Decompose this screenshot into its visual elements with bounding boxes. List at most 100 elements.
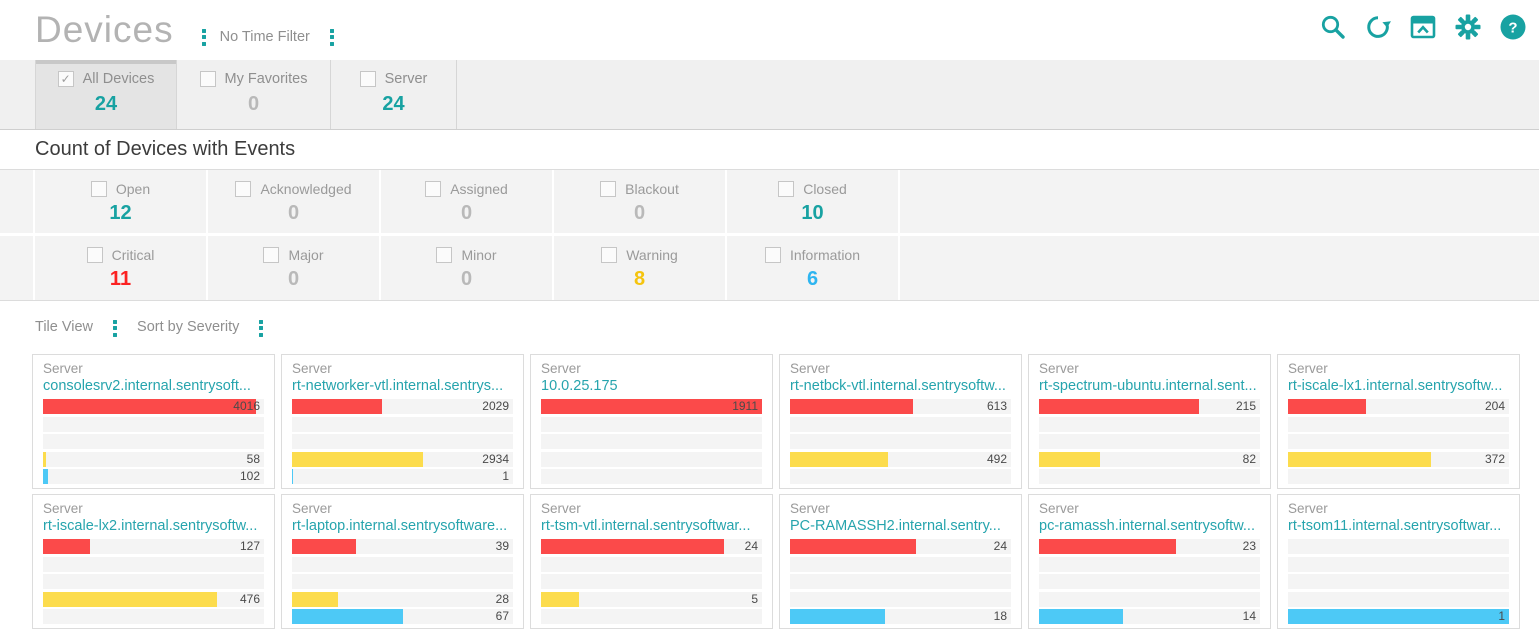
critical-bar [292,539,356,554]
severity-bar-minor [1039,434,1260,449]
filter-major[interactable]: Major 0 [208,236,379,300]
warning-bar [43,452,46,467]
refresh-icon[interactable] [1364,13,1392,41]
time-filter-menu-icon[interactable] [324,24,340,51]
filter-assigned[interactable]: Assigned 0 [381,170,552,233]
severity-bar-warning: 28 [292,592,513,607]
filter-information[interactable]: Information 6 [727,236,898,300]
warning-bar [790,452,888,467]
information-bar [790,609,885,624]
device-link[interactable]: consolesrv2.internal.sentrysoft... [43,377,264,396]
device-tile[interactable]: ServerPC-RAMASSH2.internal.sentry...2418 [779,494,1022,629]
filter-count: 0 [208,202,379,225]
server-checkbox[interactable] [360,71,376,87]
filter-count: 8 [554,268,725,291]
device-tile[interactable]: Server10.0.25.1751911 [530,354,773,489]
severity-bar-minor [541,434,762,449]
severity-bar-critical: 24 [541,539,762,554]
bar-value: 14 [1243,609,1256,624]
events-section-header: Count of Devices with Events [0,130,1539,170]
device-type-label: Server [1288,360,1509,377]
acknowledged-checkbox[interactable] [235,181,251,197]
device-link[interactable]: rt-iscale-lx1.internal.sentrysoftw... [1288,377,1509,396]
my-favorites-checkbox[interactable] [200,71,216,87]
assigned-checkbox[interactable] [425,181,441,197]
critical-bar [1039,539,1176,554]
search-icon[interactable] [1319,13,1347,41]
sort-mode-menu-icon[interactable] [253,315,269,342]
device-tile[interactable]: Serverpc-ramassh.internal.sentrysoftw...… [1028,494,1271,629]
information-bar [1288,609,1509,624]
closed-checkbox[interactable] [778,181,794,197]
filter-open[interactable]: Open 12 [35,170,206,233]
filter-count: 6 [727,268,898,291]
device-tile[interactable]: Serverrt-tsom11.internal.sentrysoftwar..… [1277,494,1520,629]
device-tile[interactable]: Serverrt-networker-vtl.internal.sentrys.… [281,354,524,489]
severity-bar-warning: 372 [1288,452,1509,467]
title-menu-icon[interactable] [196,24,212,51]
filter-blackout[interactable]: Blackout 0 [554,170,725,233]
severity-bar-warning: 82 [1039,452,1260,467]
bar-value: 102 [240,469,260,484]
device-link[interactable]: PC-RAMASSH2.internal.sentry... [790,517,1011,536]
device-link[interactable]: 10.0.25.175 [541,377,762,396]
severity-bar-information: 102 [43,469,264,484]
all-devices-checkbox[interactable] [58,71,74,87]
filter-closed[interactable]: Closed 10 [727,170,898,233]
device-link[interactable]: rt-laptop.internal.sentrysoftware... [292,517,513,536]
sort-mode-label[interactable]: Sort by Severity [137,319,239,335]
severity-bar-minor [292,434,513,449]
filter-label: Closed [803,181,847,197]
device-tile[interactable]: Serverrt-tsm-vtl.internal.sentrysoftwar.… [530,494,773,629]
device-tile[interactable]: Serverconsolesrv2.internal.sentrysoft...… [32,354,275,489]
warning-bar [43,592,217,607]
filter-label: Information [790,247,860,263]
filter-minor[interactable]: Minor 0 [381,236,552,300]
settings-gear-icon[interactable] [1454,13,1482,41]
severity-bar-information: 1 [292,469,513,484]
filter-count: 0 [554,202,725,225]
bar-value: 18 [994,609,1007,624]
warning-checkbox[interactable] [601,247,617,263]
time-filter-label[interactable]: No Time Filter [220,29,310,45]
device-link[interactable]: rt-tsom11.internal.sentrysoftwar... [1288,517,1509,536]
filter-count: 12 [35,202,206,225]
device-link[interactable]: rt-netbck-vtl.internal.sentrysoftw... [790,377,1011,396]
svg-text:?: ? [1508,20,1517,37]
critical-checkbox[interactable] [87,247,103,263]
filter-count: 0 [381,268,552,291]
severity-bar-minor [790,434,1011,449]
help-icon[interactable]: ? [1499,13,1527,41]
tab-server[interactable]: Server 24 [331,60,457,129]
view-mode-menu-icon[interactable] [107,315,123,342]
tab-my-favorites[interactable]: My Favorites 0 [177,60,331,129]
device-link[interactable]: rt-spectrum-ubuntu.internal.sent... [1039,377,1260,396]
bar-value: 5 [751,592,758,607]
device-tile[interactable]: Serverrt-iscale-lx1.internal.sentrysoftw… [1277,354,1520,489]
device-tile[interactable]: Serverrt-laptop.internal.sentrysoftware.… [281,494,524,629]
filter-acknowledged[interactable]: Acknowledged 0 [208,170,379,233]
device-tile[interactable]: Serverrt-spectrum-ubuntu.internal.sent..… [1028,354,1271,489]
information-bar [292,609,403,624]
open-checkbox[interactable] [91,181,107,197]
panel-chevron-up-icon[interactable] [1409,13,1437,41]
device-link[interactable]: rt-networker-vtl.internal.sentrys... [292,377,513,396]
tab-all-devices[interactable]: All Devices 24 [35,60,177,129]
view-mode-label[interactable]: Tile View [35,319,93,335]
device-tile[interactable]: Serverrt-netbck-vtl.internal.sentrysoftw… [779,354,1022,489]
device-link[interactable]: pc-ramassh.internal.sentrysoftw... [1039,517,1260,536]
major-checkbox[interactable] [263,247,279,263]
device-tile[interactable]: Serverrt-iscale-lx2.internal.sentrysoftw… [32,494,275,629]
blackout-checkbox[interactable] [600,181,616,197]
filter-critical[interactable]: Critical 11 [35,236,206,300]
device-link[interactable]: rt-tsm-vtl.internal.sentrysoftwar... [541,517,762,536]
information-checkbox[interactable] [765,247,781,263]
bar-value: 492 [987,452,1007,467]
device-link[interactable]: rt-iscale-lx2.internal.sentrysoftw... [43,517,264,536]
severity-bar-minor [292,574,513,589]
minor-checkbox[interactable] [436,247,452,263]
warning-bar [541,592,579,607]
filter-warning[interactable]: Warning 8 [554,236,725,300]
bar-value: 58 [247,452,260,467]
app-header: Devices No Time Filter [0,0,1539,60]
